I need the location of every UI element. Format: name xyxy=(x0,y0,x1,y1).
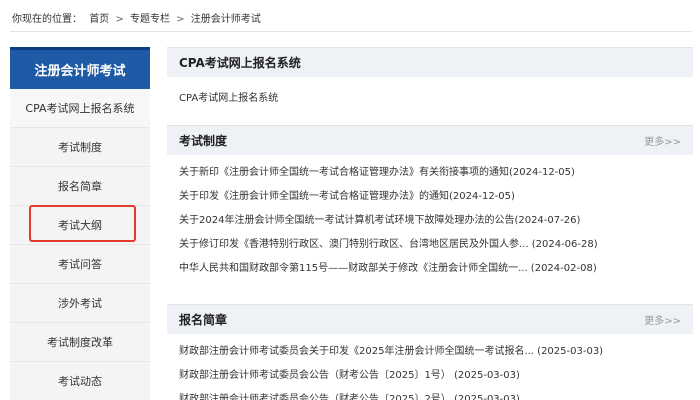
breadcrumb: 你现在的位置： 首页 > 专题专栏 > 注册会计师考试 xyxy=(12,10,261,25)
list-item[interactable]: 财政部注册会计师考试委员会公告（财考公告〔2025〕2号） (2025-03-0… xyxy=(179,388,681,400)
more-link[interactable]: 更多>> xyxy=(644,133,681,148)
sidebar-item-exam-syllabus[interactable]: 考试大纲 xyxy=(10,206,150,245)
list-item[interactable]: 关于修订印发《香港特别行政区、澳门特别行政区、台湾地区居民及外国人参... (2… xyxy=(179,233,681,257)
section-header-exam-system: 考试制度 更多>> xyxy=(167,125,693,155)
breadcrumb-home-link[interactable]: 首页 xyxy=(89,14,109,25)
sidebar-item-exam-news[interactable]: 考试动态 xyxy=(10,362,150,400)
breadcrumb-separator: > xyxy=(176,14,185,25)
sidebar-item-foreign-exam[interactable]: 涉外考试 xyxy=(10,284,150,323)
list-item[interactable]: 中华人民共和国财政部令第115号——财政部关于修改《注册会计师全国统一... (… xyxy=(179,257,681,281)
section-body: CPA考试网上报名系统 xyxy=(167,77,693,125)
section-title: 报名简章 xyxy=(179,313,228,327)
sidebar-item-exam-faq[interactable]: 考试问答 xyxy=(10,245,150,284)
section-title: CPA考试网上报名系统 xyxy=(179,56,301,70)
section-body: 关于新印《注册会计师全国统一考试合格证管理办法》有关衔接事项的通知(2024-1… xyxy=(167,161,693,292)
list-item[interactable]: 关于印发《注册会计师全国统一考试合格证管理办法》的通知(2024-12-05) xyxy=(179,185,681,209)
registration-system-link[interactable]: CPA考试网上报名系统 xyxy=(179,77,681,125)
section-body: 财政部注册会计师考试委员会关于印发《2025年注册会计师全国统一考试报名... … xyxy=(167,340,693,400)
main-content: CPA考试网上报名系统 CPA考试网上报名系统 考试制度 更多>> 关于新印《注… xyxy=(167,47,693,400)
sidebar-item-exam-reform[interactable]: 考试制度改革 xyxy=(10,323,150,362)
sidebar-title: 注册会计师考试 xyxy=(10,47,150,89)
sidebar-item-registration-system[interactable]: CPA考试网上报名系统 xyxy=(10,89,150,128)
list-item[interactable]: 财政部注册会计师考试委员会公告（财考公告〔2025〕1号） (2025-03-0… xyxy=(179,364,681,388)
list-item[interactable]: 关于新印《注册会计师全国统一考试合格证管理办法》有关衔接事项的通知(2024-1… xyxy=(179,161,681,185)
list-item[interactable]: 财政部注册会计师考试委员会关于印发《2025年注册会计师全国统一考试报名... … xyxy=(179,340,681,364)
breadcrumb-current-link[interactable]: 注册会计师考试 xyxy=(191,14,261,25)
breadcrumb-topics-link[interactable]: 专题专栏 xyxy=(130,14,170,25)
sidebar-item-registration-guide[interactable]: 报名简章 xyxy=(10,167,150,206)
section-header-registration-system: CPA考试网上报名系统 xyxy=(167,47,693,77)
list-item[interactable]: 关于2024年注册会计师全国统一考试计算机考试环境下故障处理办法的公告(2024… xyxy=(179,209,681,233)
sidebar: 注册会计师考试 CPA考试网上报名系统 考试制度 报名简章 考试大纲 考试问答 … xyxy=(10,47,150,400)
breadcrumb-prefix: 你现在的位置： xyxy=(12,14,82,25)
section-header-registration-guide: 报名简章 更多>> xyxy=(167,304,693,334)
top-divider xyxy=(10,31,692,32)
section-title: 考试制度 xyxy=(179,134,228,148)
sidebar-item-exam-system[interactable]: 考试制度 xyxy=(10,128,150,167)
breadcrumb-separator: > xyxy=(115,14,124,25)
more-link[interactable]: 更多>> xyxy=(644,312,681,327)
